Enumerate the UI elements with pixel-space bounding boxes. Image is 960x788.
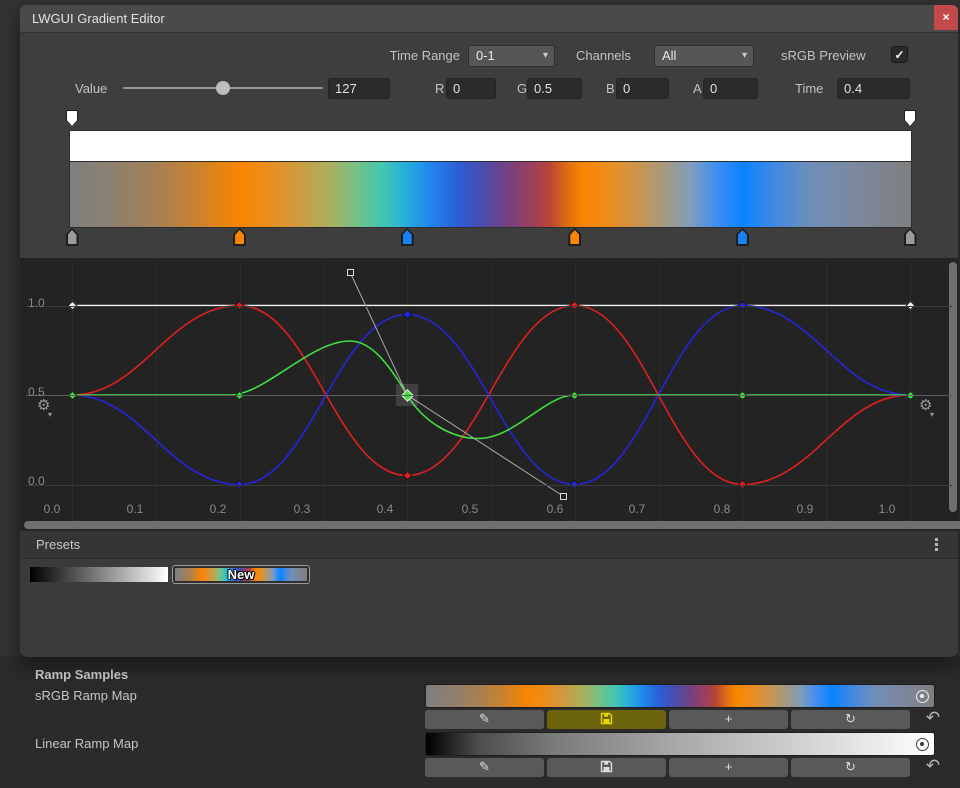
- linear-add-button[interactable]: +: [669, 758, 788, 777]
- srgb-edit-button[interactable]: ✎: [425, 710, 544, 729]
- chevron-down-icon: ▾: [543, 46, 548, 66]
- presets-title: Presets: [36, 537, 80, 552]
- vertical-scrollbar[interactable]: [949, 262, 957, 512]
- floppy-icon: [600, 760, 613, 773]
- x-axis-tick-label: 0.1: [122, 502, 148, 516]
- color-key-marker[interactable]: [904, 228, 917, 246]
- ramp-samples-header: Ramp Samples: [35, 667, 128, 682]
- refresh-icon: ↻: [845, 759, 856, 774]
- close-button[interactable]: ×: [934, 5, 958, 30]
- y-axis-tick-label: 0.5: [28, 385, 54, 399]
- x-axis-tick-label: 0.0: [39, 502, 65, 516]
- r-label: R: [435, 81, 444, 97]
- linear-ramp-map-label: Linear Ramp Map: [35, 736, 138, 751]
- x-axis-tick-label: 0.5: [457, 502, 483, 516]
- linear-undo-icon[interactable]: ↶: [923, 756, 943, 776]
- a-label: A: [693, 81, 702, 97]
- tangent-handle[interactable]: [347, 269, 354, 276]
- grid-line: [26, 306, 952, 307]
- y-axis-tick-label: 1.0: [28, 296, 54, 310]
- a-field[interactable]: 0: [703, 78, 758, 99]
- alpha-key-marker[interactable]: [904, 110, 916, 127]
- srgb-save-button[interactable]: [547, 710, 666, 729]
- channels-label: Channels: [576, 48, 631, 64]
- y-axis-tick-label: 0.0: [28, 474, 54, 488]
- plus-icon: +: [725, 711, 733, 726]
- tangent-handle[interactable]: [560, 493, 567, 500]
- time-field[interactable]: 0.4: [837, 78, 910, 99]
- window-title: LWGUI Gradient Editor: [32, 11, 165, 26]
- chevron-down-icon: ▾: [742, 46, 747, 66]
- x-axis-tick-label: 1.0: [874, 502, 900, 516]
- right-gear-icon[interactable]: ⚙▾: [919, 398, 932, 413]
- grid-line: [26, 485, 952, 486]
- kebab-menu-icon[interactable]: [930, 538, 944, 554]
- channels-value: All: [662, 48, 676, 63]
- color-key-marker[interactable]: [736, 228, 749, 246]
- linear-ramp-preview[interactable]: [425, 732, 935, 756]
- color-key-marker[interactable]: [66, 228, 79, 246]
- alpha-preview-strip[interactable]: [70, 131, 911, 162]
- x-axis-tick-label: 0.9: [792, 502, 818, 516]
- linear-save-button[interactable]: [547, 758, 666, 777]
- channels-dropdown[interactable]: All ▾: [654, 45, 754, 67]
- srgb-preview-label: sRGB Preview: [781, 48, 866, 64]
- time-label: Time: [795, 81, 823, 97]
- srgb-ramp-preview[interactable]: [425, 684, 935, 708]
- g-label: G: [517, 81, 527, 97]
- left-gear-icon[interactable]: ⚙▾: [37, 398, 50, 413]
- srgb-undo-icon[interactable]: ↶: [923, 708, 943, 728]
- r-field[interactable]: 0: [446, 78, 496, 99]
- color-key-marker[interactable]: [401, 228, 414, 246]
- plus-icon: +: [725, 759, 733, 774]
- time-range-label: Time Range: [350, 48, 460, 64]
- x-axis-tick-label: 0.8: [709, 502, 735, 516]
- object-picker-icon[interactable]: [916, 690, 929, 703]
- x-axis-tick-label: 0.4: [372, 502, 398, 516]
- floppy-icon: [600, 712, 613, 725]
- b-field[interactable]: 0: [616, 78, 669, 99]
- value-field[interactable]: 127: [328, 78, 390, 99]
- presets-header: Presets: [20, 530, 958, 559]
- value-slider-handle[interactable]: [216, 81, 230, 95]
- time-range-dropdown[interactable]: 0-1 ▾: [468, 45, 555, 67]
- linear-edit-button[interactable]: ✎: [425, 758, 544, 777]
- grid-line: [26, 395, 952, 396]
- pencil-icon: ✎: [479, 711, 490, 726]
- b-label: B: [606, 81, 615, 97]
- srgb-preview-checkbox[interactable]: ✓: [891, 46, 908, 63]
- gradient-preview-strip[interactable]: [70, 162, 911, 227]
- preset-black-white[interactable]: [30, 567, 168, 582]
- g-field[interactable]: 0.5: [527, 78, 582, 99]
- srgb-ramp-map-label: sRGB Ramp Map: [35, 688, 137, 703]
- preset-new[interactable]: New: [172, 565, 310, 584]
- presets-body: New: [20, 560, 958, 657]
- pencil-icon: ✎: [479, 759, 490, 774]
- srgb-refresh-button[interactable]: ↻: [791, 710, 910, 729]
- x-axis-tick-label: 0.6: [542, 502, 568, 516]
- x-axis-tick-label: 0.7: [624, 502, 650, 516]
- window-titlebar[interactable]: LWGUI Gradient Editor: [20, 5, 958, 33]
- curve-editor-panel[interactable]: [20, 258, 958, 535]
- horizontal-scrollbar[interactable]: [24, 521, 960, 529]
- color-key-marker[interactable]: [568, 228, 581, 246]
- color-key-marker[interactable]: [233, 228, 246, 246]
- gradient-editor-window: LWGUI Gradient Editor × Time Range 0-1 ▾…: [20, 5, 958, 657]
- x-axis-tick-label: 0.3: [289, 502, 315, 516]
- alpha-key-marker[interactable]: [66, 110, 78, 127]
- linear-refresh-button[interactable]: ↻: [791, 758, 910, 777]
- srgb-add-button[interactable]: +: [669, 710, 788, 729]
- object-picker-icon[interactable]: [916, 738, 929, 751]
- x-axis-tick-label: 0.2: [205, 502, 231, 516]
- preset-new-label: New: [173, 567, 309, 582]
- time-range-value: 0-1: [476, 48, 495, 63]
- value-label: Value: [75, 81, 107, 97]
- refresh-icon: ↻: [845, 711, 856, 726]
